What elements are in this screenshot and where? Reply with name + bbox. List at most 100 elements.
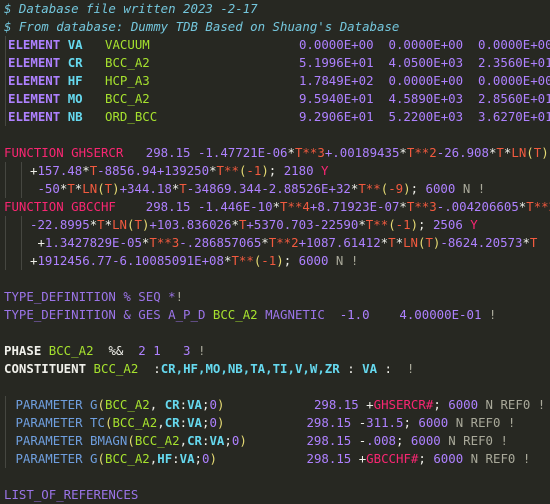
code-line[interactable]	[0, 126, 550, 144]
code-token: BCC_A2	[212, 307, 258, 322]
code-line[interactable]: PARAMETER G(BCC_A2,HF:VA;0) 298.15 +GBCC…	[0, 450, 550, 468]
code-token: (	[97, 451, 105, 466]
code-line[interactable]: ELEMENT CR BCC_A2 5.1996E+01 4.0500E+03 …	[0, 54, 550, 72]
code-line[interactable]: +1912456.77-6.10085091E+08*T**(-1); 6000…	[0, 252, 550, 270]
code-token: )	[276, 253, 284, 268]
code-token: *	[261, 235, 269, 250]
code-line-content: +1912456.77-6.10085091E+08*T**(-1); 6000…	[4, 253, 358, 268]
code-token: T	[179, 181, 187, 196]
code-token: HF	[157, 451, 173, 466]
code-token: -1	[395, 217, 411, 232]
code-line[interactable]: TYPE_DEFINITION % SEQ *!	[0, 288, 550, 306]
code-line-content: FUNCTION GHSERCR 298.15 -1.47721E-06*T**…	[4, 145, 549, 160]
code-line[interactable]: FUNCTION GBCCHF 298.15 -1.446E-10*T**4+8…	[0, 198, 550, 216]
code-token: *	[395, 235, 404, 250]
code-line[interactable]: ELEMENT MO BCC_A2 9.5940E+01 4.5890E+03 …	[0, 90, 550, 108]
code-token: 0.0000E+00 0.0000E+00 0.0000E+00	[298, 37, 550, 52]
code-token: TYPE_DEFINITION % SEQ *	[4, 289, 176, 304]
code-line[interactable]: +1.3427829E-05*T**3-.286857065*T**2+1087…	[0, 234, 550, 252]
code-line-content: PARAMETER TC(BCC_A2,CR:VA;0) 298.15 -311…	[4, 415, 515, 430]
indent-guide	[5, 432, 6, 450]
code-token: ;	[403, 415, 419, 430]
code-token: -26.908	[436, 145, 489, 160]
code-token: T**	[365, 217, 389, 232]
code-line[interactable]: PARAMETER G(BCC_A2, CR:VA;0) 298.15 +GHS…	[0, 396, 550, 414]
code-editor[interactable]: $ Database file written 2023 -2-17 $ From…	[0, 0, 550, 504]
code-line[interactable]: -22.8995*T*LN(T)+103.836026*T+5370.703-2…	[0, 216, 550, 234]
code-token: HCP_A3	[105, 73, 150, 88]
code-line[interactable]: TYPE_DEFINITION & GES A_P_D BCC_A2 MAGNE…	[0, 306, 550, 324]
code-line[interactable]: PHASE BCC_A2 %& 2 1 3 !	[0, 342, 550, 360]
code-line[interactable]: ELEMENT NB ORD_BCC 9.2906E+01 5.2200E+03…	[0, 108, 550, 126]
code-token: 0	[209, 397, 217, 412]
code-token: ;	[418, 217, 433, 232]
code-token: T**3	[406, 199, 437, 214]
code-token: ORD_BCC	[105, 109, 158, 124]
code-line[interactable]: $ Database file written 2023 -2-17	[0, 0, 550, 18]
indent-guide	[21, 216, 22, 234]
code-line-content: PARAMETER BMAGN(BCC_A2,CR:VA;0) 298.15 -…	[4, 433, 507, 448]
code-line[interactable]: CONSTITUENT BCC_A2 :CR,HF,MO,NB,TA,TI,V,…	[0, 360, 550, 378]
code-token: BCC_A2	[105, 397, 150, 412]
code-token: CR	[164, 397, 180, 412]
code-token: FUNCTION GBCCHF	[4, 199, 146, 214]
code-token: 6000	[418, 415, 456, 430]
code-token: +	[366, 397, 374, 412]
code-token: *	[287, 145, 295, 160]
code-token: N REF0 !	[455, 415, 516, 430]
code-token: PARAMETER BMAGN	[8, 433, 128, 448]
code-token: FUNCTION GHSERCR	[4, 145, 146, 160]
code-line[interactable]	[0, 468, 550, 486]
code-token: PARAMETER G	[8, 397, 98, 412]
code-token: VA	[209, 433, 225, 448]
code-line-content: ELEMENT VA VACUUM 0.0000E+00 0.0000E+00 …	[4, 37, 550, 52]
code-token: NB	[67, 109, 83, 124]
code-token: !	[197, 343, 206, 358]
code-line[interactable]: LIST_OF_REFERENCES	[0, 486, 550, 504]
code-token: N !	[335, 253, 359, 268]
code-line[interactable]: PARAMETER BMAGN(BCC_A2,CR:VA;0) 298.15 -…	[0, 432, 550, 450]
code-line[interactable]: -50*T*LN(T)+344.18*T-34869.344-2.88526E+…	[0, 180, 550, 198]
code-token: 1.3427829E-05	[44, 235, 142, 250]
code-token: PARAMETER G	[8, 451, 98, 466]
code-token: CR	[187, 433, 202, 448]
code-token: BCC_A2	[105, 55, 150, 70]
code-line-content: LIST_OF_REFERENCES	[4, 487, 138, 502]
code-token: 298.15 -1.446E-10	[145, 199, 273, 214]
code-token: $ Database file written 2023 -2-17	[4, 1, 258, 16]
code-token: VA	[179, 451, 195, 466]
code-token: *	[399, 145, 407, 160]
code-token: ;	[433, 397, 449, 412]
code-token: *	[272, 199, 281, 214]
code-token: 298.15	[306, 415, 359, 430]
indent-guide	[5, 72, 6, 90]
code-token: HF	[67, 73, 83, 88]
code-token: ;	[418, 451, 434, 466]
code-token: 9.2906E+01 5.2200E+03 3.6270E+01	[298, 109, 550, 124]
code-token: :	[138, 361, 161, 376]
code-token: MO	[67, 91, 83, 106]
code-line[interactable]: ELEMENT VA VACUUM 0.0000E+00 0.0000E+00 …	[0, 36, 550, 54]
code-line[interactable]: ELEMENT HF HCP_A3 1.7849E+02 0.0000E+00 …	[0, 72, 550, 90]
code-line[interactable]: $ From database: Dummy TDB Based on Shua…	[0, 18, 550, 36]
code-token: ,	[157, 415, 165, 430]
code-line[interactable]	[0, 378, 550, 396]
code-line[interactable]: PARAMETER TC(BCC_A2,CR:VA;0) 298.15 -311…	[0, 414, 550, 432]
code-token: T	[529, 235, 538, 250]
code-token: 298.15 -1.47721E-06	[145, 145, 288, 160]
code-token: 298.15	[306, 451, 359, 466]
code-line[interactable]: FUNCTION GHSERCR 298.15 -1.47721E-06*T**…	[0, 144, 550, 162]
code-token: *	[82, 163, 90, 178]
code-token: *	[358, 217, 366, 232]
code-line[interactable]: +157.48*T-8856.94+139250*T**(-1); 2180 Y	[0, 162, 550, 180]
code-token: 311.5	[366, 415, 404, 430]
code-line[interactable]	[0, 270, 550, 288]
code-line[interactable]	[0, 324, 550, 342]
code-token: T**2	[406, 145, 437, 160]
code-token: BCC_A2	[105, 91, 150, 106]
code-token: -1	[246, 163, 262, 178]
code-token: .008	[366, 433, 396, 448]
code-token: N !	[462, 181, 486, 196]
